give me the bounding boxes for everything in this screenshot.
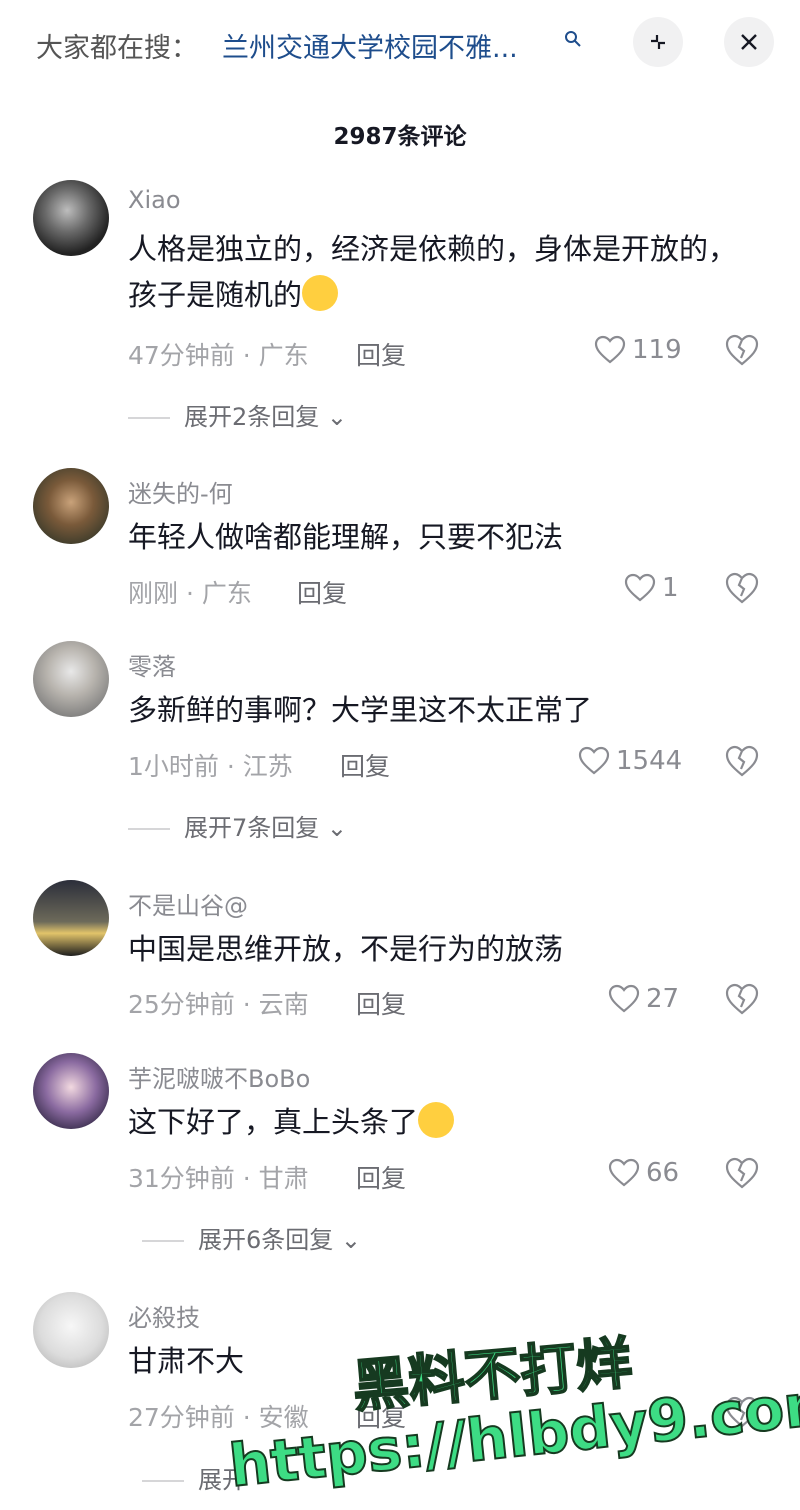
like-count: 1 [662, 573, 679, 603]
comment-username[interactable]: 必殺技 [128, 1298, 200, 1333]
comment-username[interactable]: 芋泥啵啵不BoBo [128, 1059, 310, 1094]
comment-username[interactable]: 零落 [128, 647, 176, 682]
close-icon [741, 34, 757, 50]
expand-label: 展开6条回复 [198, 1226, 334, 1254]
comment-text: 中国是思维开放，不是行为的放荡 [128, 932, 564, 966]
comment-text: 人格是独立的，经济是依赖的，身体是开放的，孩子是随机的 [128, 226, 738, 318]
ok-hand-emoji [302, 275, 339, 311]
divider-line [128, 417, 170, 419]
comment-meta: 25分钟前 · 云南 [128, 990, 309, 1019]
expand-replies[interactable]: 展开2条回复 ⌄ [128, 397, 347, 432]
expand-replies[interactable]: 展开6条回复 ⌄ [142, 1220, 361, 1255]
dislike-icon[interactable] [724, 333, 760, 367]
search-icon[interactable] [564, 30, 582, 48]
reply-button[interactable]: 回复 [356, 336, 406, 372]
dislike-icon[interactable] [724, 982, 760, 1016]
comment-body: 人格是独立的，经济是依赖的，身体是开放的，孩子是随机的 [128, 232, 738, 312]
search-prefix: 大家都在搜： [36, 33, 198, 64]
laughing-emoji [418, 1102, 455, 1138]
dislike-icon[interactable] [724, 1156, 760, 1190]
dislike-icon[interactable] [724, 744, 760, 778]
heart-icon [578, 746, 610, 775]
comment-username[interactable]: 不是山谷@ [128, 886, 248, 921]
comment-username[interactable]: 迷失的-何 [128, 474, 233, 509]
dislike-icon[interactable] [724, 571, 760, 605]
avatar[interactable] [33, 180, 109, 256]
avatar[interactable] [33, 1053, 109, 1129]
collapse-button[interactable] [633, 17, 683, 67]
comment-text: 多新鲜的事啊？大学里这不太正常了 [128, 693, 593, 727]
expand-label: 展开7条回复 [184, 814, 320, 842]
like-count: 119 [632, 335, 682, 365]
like-count: 66 [646, 1158, 680, 1188]
heart-icon [594, 335, 626, 364]
top-bar: 大家都在搜： 兰州交通大学校园不雅... [0, 0, 800, 90]
collapse-icon [651, 35, 665, 49]
comment-text: 年轻人做啥都能理解，只要不犯法 [128, 520, 564, 554]
chevron-down-icon: ⌄ [326, 814, 348, 842]
close-button[interactable] [724, 17, 774, 67]
comment-meta: 31分钟前 · 甘肃 [128, 1164, 309, 1193]
heart-icon [624, 573, 656, 602]
avatar[interactable] [33, 880, 109, 956]
divider-line [128, 828, 170, 830]
comment-username[interactable]: Xiao [128, 186, 181, 214]
reply-button[interactable]: 回复 [297, 574, 347, 610]
like-count: 1544 [616, 746, 683, 776]
reply-button[interactable]: 回复 [356, 1159, 406, 1195]
chevron-down-icon: ⌄ [326, 403, 348, 431]
divider-line [142, 1240, 184, 1242]
like-count: 27 [646, 984, 680, 1014]
avatar[interactable] [33, 1292, 109, 1368]
reply-button[interactable]: 回复 [340, 747, 390, 783]
comment-count: 2987条评论 [333, 124, 467, 150]
expand-replies[interactable]: 展开7条回复 ⌄ [128, 808, 347, 843]
reply-button[interactable]: 回复 [356, 985, 406, 1021]
divider-line [142, 1480, 184, 1482]
trending-search-link[interactable]: 兰州交通大学校园不雅... [222, 26, 518, 65]
heart-icon [608, 984, 640, 1013]
comment-body: 这下好了，真上头条了 [128, 1105, 419, 1139]
comment-meta: 47分钟前 · 广东 [128, 341, 309, 370]
expand-label: 展开2条回复 [184, 403, 320, 431]
comment-text: 这下好了，真上头条了 [128, 1099, 738, 1145]
avatar[interactable] [33, 468, 109, 544]
comment-meta: 1小时前 · 江苏 [128, 752, 293, 781]
chevron-down-icon: ⌄ [340, 1226, 362, 1254]
heart-icon [608, 1158, 640, 1187]
comment-meta: 刚刚 · 广东 [128, 579, 252, 608]
avatar[interactable] [33, 641, 109, 717]
